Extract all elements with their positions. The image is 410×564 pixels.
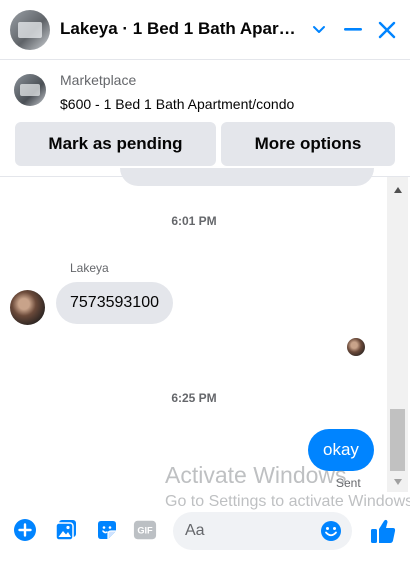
timestamp: 6:01 PM (171, 214, 217, 228)
scrollbar[interactable] (387, 177, 408, 492)
seen-indicator-avatar (347, 338, 365, 356)
minimize-icon[interactable] (339, 16, 367, 44)
scroll-down-icon[interactable] (387, 475, 408, 489)
watermark-subtitle: Go to Settings to activate Windows. (165, 493, 410, 510)
chevron-down-icon[interactable] (305, 16, 333, 44)
sender-avatar[interactable] (10, 290, 45, 325)
more-options-button[interactable]: More options (221, 122, 395, 166)
gif-icon-label: GIF (137, 526, 153, 536)
plus-circle-icon[interactable] (13, 518, 37, 542)
listing-avatar[interactable] (10, 10, 50, 50)
sender-name: Lakeya (70, 261, 109, 275)
chat-header: Lakeya · 1 Bed 1 Bath Apartment/condo (0, 0, 410, 60)
emoji-icon[interactable] (320, 520, 342, 542)
previous-message-bubble (120, 168, 374, 186)
watermark-title: Activate Windows (165, 462, 347, 488)
scrollbar-thumb[interactable] (390, 409, 405, 471)
close-icon[interactable] (373, 16, 401, 44)
sticker-icon[interactable] (95, 518, 119, 542)
scroll-up-icon[interactable] (387, 183, 408, 197)
activate-windows-watermark: Activate Windows Go to Settings to activ… (165, 462, 410, 511)
incoming-message-bubble[interactable]: 7573593100 (56, 282, 173, 324)
marketplace-label: Marketplace (60, 72, 137, 88)
outgoing-message-bubble[interactable]: okay (308, 429, 374, 471)
thumbs-up-icon[interactable] (369, 517, 397, 545)
chat-title[interactable]: Lakeya · 1 Bed 1 Bath Apartment/condo (60, 19, 300, 39)
gif-icon[interactable]: GIF (133, 518, 157, 542)
listing-thumbnail[interactable] (14, 74, 46, 106)
mark-as-pending-button[interactable]: Mark as pending (15, 122, 216, 166)
timestamp: 6:25 PM (171, 391, 217, 405)
photo-icon[interactable] (54, 518, 78, 542)
listing-title[interactable]: $600 - 1 Bed 1 Bath Apartment/condo (60, 96, 294, 112)
sent-status: Sent (336, 476, 361, 490)
